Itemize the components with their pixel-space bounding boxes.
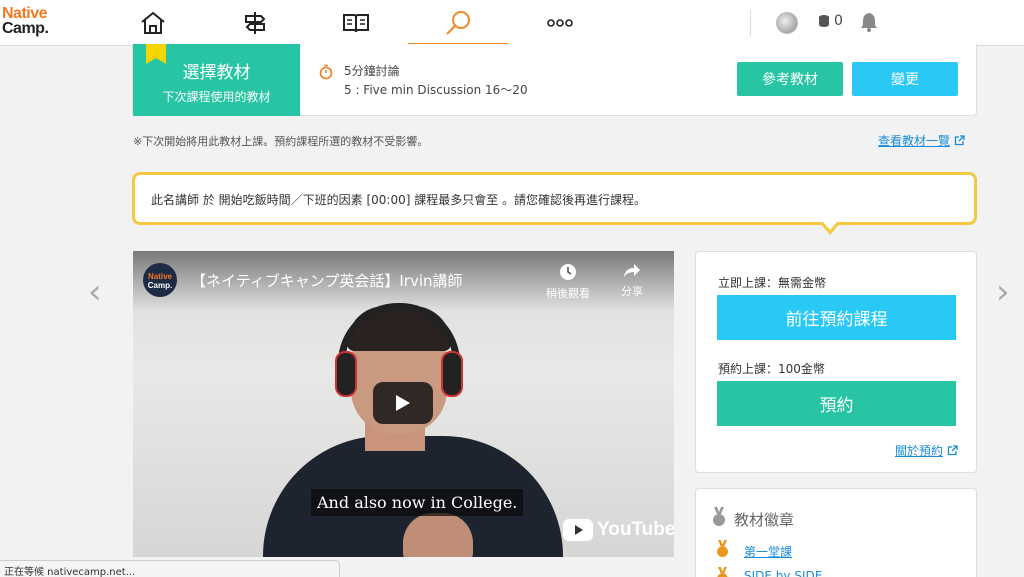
teacher-alert: 此名講師 於 開始吃飯時間／下班的因素 [00:00] 課程最多只會至 。請您確…	[132, 172, 977, 225]
change-material-button[interactable]: 變更	[852, 62, 958, 96]
video-subtitle: And also now in College.	[311, 489, 524, 516]
coin-count: 0	[834, 13, 843, 29]
play-icon	[396, 395, 410, 411]
material-duration: 5分鐘討論	[344, 64, 400, 78]
external-link-icon	[947, 445, 958, 456]
logo-line1: Native	[2, 5, 48, 22]
material-name: 5 : Five min Discussion 16～20	[344, 83, 528, 97]
book-icon	[343, 14, 369, 33]
nav-more[interactable]	[510, 0, 610, 46]
alert-tail-inner	[823, 222, 837, 230]
nav-home[interactable]	[103, 0, 203, 46]
bell-icon	[861, 13, 877, 32]
booking-card: 立即上課：無需金幣 前往預約課程 預約上課：100金幣 預約 關於預約	[695, 251, 977, 473]
share-label: 分享	[621, 285, 643, 298]
material-badge-card: 教材徽章 第一堂課 SIDE by SIDE	[695, 488, 977, 577]
share-button[interactable]: 分享	[602, 263, 662, 299]
next-arrow-icon[interactable]: ›	[996, 272, 1010, 312]
watch-later-button[interactable]: 稍後觀看	[538, 263, 598, 301]
material-list-link[interactable]: 查看教材一覽	[878, 132, 965, 149]
timer-icon	[319, 64, 333, 80]
watch-later-label: 稍後觀看	[546, 287, 590, 300]
reserve-lesson-label: 預約上課：100金幣	[718, 362, 825, 376]
channel-logo-line1: Native	[147, 272, 172, 281]
channel-logo-line2: Camp.	[147, 281, 173, 290]
instant-lesson-label: 立即上課：無需金幣	[718, 276, 827, 290]
nativecamp-logo[interactable]: Native Camp.	[2, 5, 49, 37]
medal-icon	[717, 540, 728, 558]
top-navigation-bar: Native Camp. 0	[0, 0, 1024, 46]
material-notice: ※下次開始將用此教材上課。預約課程所選的教材不受影響。	[133, 135, 429, 148]
material-subtitle: 下次課程使用的教材	[162, 90, 271, 104]
user-avatar[interactable]	[776, 12, 798, 34]
external-link-icon	[954, 135, 965, 146]
intro-video-player[interactable]: Native Camp. 【ネイティブキャンプ英会話】Irvin講師 稍後觀看 …	[133, 251, 674, 557]
coin-stack-icon	[819, 15, 829, 27]
notification-button[interactable]	[860, 12, 878, 36]
logo-line2: Camp.	[2, 20, 49, 37]
video-title[interactable]: 【ネイティブキャンプ英会話】Irvin講師	[191, 270, 463, 291]
clock-icon	[560, 264, 576, 280]
badge-item-side-by-side[interactable]: SIDE by SIDE	[744, 569, 822, 577]
toolbar-divider	[750, 10, 751, 36]
material-title: 選擇教材	[182, 63, 251, 83]
nav-search[interactable]	[408, 0, 508, 46]
channel-logo[interactable]: Native Camp.	[143, 263, 177, 297]
prev-arrow-icon[interactable]: ‹	[88, 272, 102, 312]
nav-book[interactable]	[306, 0, 406, 46]
reference-material-button[interactable]: 參考教材	[737, 62, 843, 96]
material-info: 5分鐘討論 5 : Five min Discussion 16～20	[344, 62, 528, 100]
share-icon	[624, 264, 640, 277]
about-reservation-link[interactable]: 關於預約	[895, 442, 958, 459]
home-icon	[141, 11, 165, 34]
medal-icon	[713, 507, 725, 526]
video-person-hand	[403, 513, 473, 557]
browser-status-bar: 正在等候 nativecamp.net...	[0, 560, 340, 577]
instant-lesson-button[interactable]: 前往預約課程	[717, 295, 956, 340]
reserve-button[interactable]: 預約	[717, 381, 956, 426]
youtube-wordmark: YouTube	[597, 519, 674, 540]
about-reservation-label: 關於預約	[894, 444, 943, 458]
badge-card-title: 教材徽章	[734, 511, 795, 529]
material-select-panel[interactable]: 選擇教材 下次課程使用的教材	[133, 44, 300, 116]
badge-item-first-lesson[interactable]: 第一堂課	[744, 543, 792, 560]
nav-signpost[interactable]	[205, 0, 305, 46]
material-card: 選擇教材 下次課程使用的教材 5分鐘討論 5 : Five min Discus…	[132, 44, 977, 116]
search-icon	[446, 11, 470, 35]
video-headset-right	[441, 351, 463, 397]
medal-icon	[717, 567, 728, 577]
video-headset-left	[335, 351, 357, 397]
signpost-icon	[245, 12, 266, 34]
play-button[interactable]	[373, 382, 433, 424]
more-icon	[547, 19, 573, 27]
youtube-logo[interactable]: YouTube	[563, 519, 674, 541]
material-list-link-label: 查看教材一覽	[878, 134, 951, 148]
teacher-alert-text: 此名講師 於 開始吃飯時間／下班的因素 [00:00] 課程最多只會至 。請您確…	[151, 193, 647, 207]
youtube-icon	[563, 519, 593, 541]
coin-balance[interactable]: 0	[818, 13, 843, 29]
